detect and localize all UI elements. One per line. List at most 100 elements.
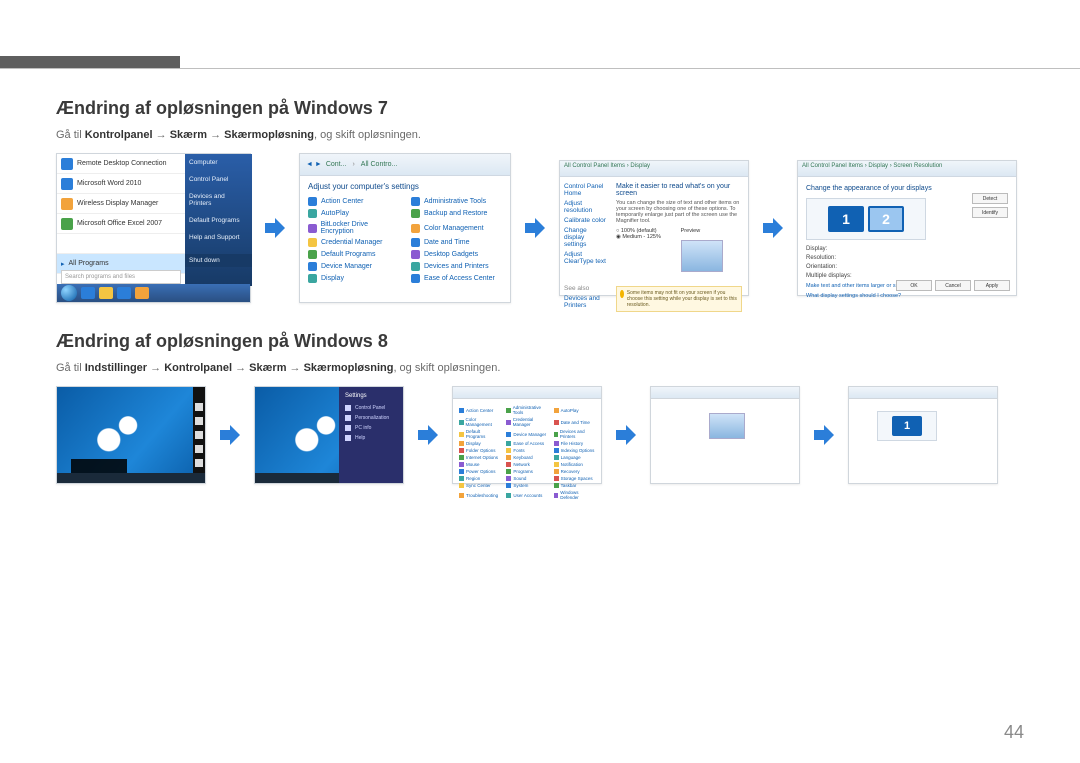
start-menu-right: Computer Control Panel Devices and Print… xyxy=(185,154,252,286)
cp-item: Display xyxy=(308,274,399,283)
window-header: All Control Panel Items › Display xyxy=(560,161,748,177)
taskbar-icon xyxy=(135,287,149,299)
instr-prefix: Gå til xyxy=(56,362,85,374)
detect-button: Detect xyxy=(972,193,1008,204)
path-seg: Kontrolpanel xyxy=(164,362,232,374)
path-seg: Skærmopløsning xyxy=(304,362,394,374)
start-item-label: Remote Desktop Connection xyxy=(77,160,167,167)
window-header xyxy=(651,387,799,399)
cp-item: Credential Manager xyxy=(506,417,547,427)
flow-arrow-icon xyxy=(416,423,440,447)
win8-resolution-screenshot: 1 xyxy=(848,386,998,484)
identify-button: Identify xyxy=(972,207,1008,218)
path-seg: Kontrolpanel xyxy=(85,129,153,141)
flow-arrow-icon xyxy=(614,423,638,447)
charms-bar xyxy=(193,387,205,483)
section2-heading: Ændring af opløsningen på Windows 8 xyxy=(56,331,1024,352)
win8-display-screenshot xyxy=(650,386,800,484)
cp-item: Windows Defender xyxy=(554,490,595,500)
cp-item: Mouse xyxy=(459,462,500,467)
cp-item: Date and Time xyxy=(554,417,595,427)
flow-arrow-icon xyxy=(761,216,785,240)
display-nav: Control Panel Home Adjust resolution Cal… xyxy=(560,177,610,318)
section1-heading: Ændring af opløsningen på Windows 7 xyxy=(56,98,1024,119)
cp-item: Default Programs xyxy=(308,250,399,259)
arrow-glyph: → xyxy=(290,362,301,374)
settings-item: Personalization xyxy=(345,415,397,421)
cp-item: Administrative Tools xyxy=(411,197,502,206)
taskbar-icon xyxy=(81,287,95,299)
window-header: ◄ ► Cont...› All Contro... xyxy=(300,154,510,176)
taskbar xyxy=(57,284,250,302)
settings-item: Control Panel xyxy=(345,405,397,411)
flow-arrow-icon xyxy=(523,216,547,240)
cp-item: Sound xyxy=(506,476,547,481)
start-item: Microsoft Office Excel 2007 xyxy=(57,214,185,234)
cp-item: Ease of Access xyxy=(506,441,547,446)
cp-item: Power Options xyxy=(459,469,500,474)
cp-item: AutoPlay xyxy=(554,405,595,415)
cp-item: Language xyxy=(554,455,595,460)
section2-instruction: Gå til Indstillinger → Kontrolpanel → Sk… xyxy=(56,362,1024,374)
display-text: You can change the size of text and othe… xyxy=(616,200,742,224)
start-item: Wireless Display Manager xyxy=(57,194,185,214)
cancel-button: Cancel xyxy=(935,280,971,291)
start-charm-icon xyxy=(195,431,203,439)
nav-item: Control Panel Home xyxy=(564,183,606,197)
cp-item: Credential Manager xyxy=(308,238,399,247)
path-seg: Indstillinger xyxy=(85,362,147,374)
start-item xyxy=(57,234,185,254)
cp-item: Fonts xyxy=(506,448,547,453)
cp-item: Desktop Gadgets xyxy=(411,250,502,259)
cp-item: BitLocker Drive Encryption xyxy=(308,221,399,235)
warning-banner: Some items may not fit on your screen if… xyxy=(616,286,742,312)
nav-item: Calibrate color xyxy=(564,217,606,224)
settings-title: Settings xyxy=(345,393,397,399)
instr-prefix: Gå til xyxy=(56,129,85,141)
scale-opt: Medium - 125% xyxy=(622,234,661,240)
side-item: Devices and Printers xyxy=(185,188,252,212)
preview-box xyxy=(681,240,723,272)
taskbar xyxy=(57,473,205,483)
cp-item: Default Programs xyxy=(459,429,500,439)
start-search: Search programs and files xyxy=(61,270,181,284)
cp-item: Backup and Restore xyxy=(411,209,502,218)
page-number: 44 xyxy=(1004,722,1024,743)
flow-arrow-icon xyxy=(812,423,836,447)
cp-item: Action Center xyxy=(308,197,399,206)
win8-charms-screenshot xyxy=(56,386,206,484)
win8-flow: Settings Control Panel Personalization P… xyxy=(56,386,1024,484)
arrow-glyph: → xyxy=(210,129,221,141)
cp-item: Troubleshooting xyxy=(459,490,500,500)
field-label: Orientation: xyxy=(806,264,837,270)
cp-grid: Action CenterAdministrative ToolsAutoPla… xyxy=(453,399,601,506)
start-popup xyxy=(71,459,127,473)
field-label: Display: xyxy=(806,246,827,252)
section1-instruction: Gå til Kontrolpanel → Skærm → Skærmopløs… xyxy=(56,129,1024,141)
cp-item: Region xyxy=(459,476,500,481)
shutdown-button: Shut down xyxy=(185,254,252,267)
breadcrumb: Cont... xyxy=(326,161,347,168)
win7-resolution-screenshot: All Control Panel Items › Display › Scre… xyxy=(797,160,1017,296)
field-label: Resolution: xyxy=(806,255,836,261)
monitor-arrangement: 1 2 xyxy=(806,198,926,240)
monitor-1: 1 xyxy=(892,416,922,436)
warning-icon xyxy=(620,290,624,298)
settings-item: Help xyxy=(345,435,397,441)
side-item: Computer xyxy=(185,154,252,171)
cp-item: Date and Time xyxy=(411,238,502,247)
cp-item: Network xyxy=(506,462,547,467)
flow-arrow-icon xyxy=(263,216,287,240)
search-charm-icon xyxy=(195,403,203,411)
cp-item: File History xyxy=(554,441,595,446)
cp-item: Sync Center xyxy=(459,483,500,488)
share-charm-icon xyxy=(195,417,203,425)
seealso-hdr: See also xyxy=(564,285,606,292)
cp-item: User Accounts xyxy=(506,490,547,500)
arrow-glyph: → xyxy=(156,129,167,141)
display-heading: Make it easier to read what's on your sc… xyxy=(616,183,742,197)
start-item-label: Microsoft Office Excel 2007 xyxy=(77,220,162,227)
all-programs-label: All Programs xyxy=(69,260,109,267)
cp-item: Keyboard xyxy=(506,455,547,460)
devices-charm-icon xyxy=(195,445,203,453)
